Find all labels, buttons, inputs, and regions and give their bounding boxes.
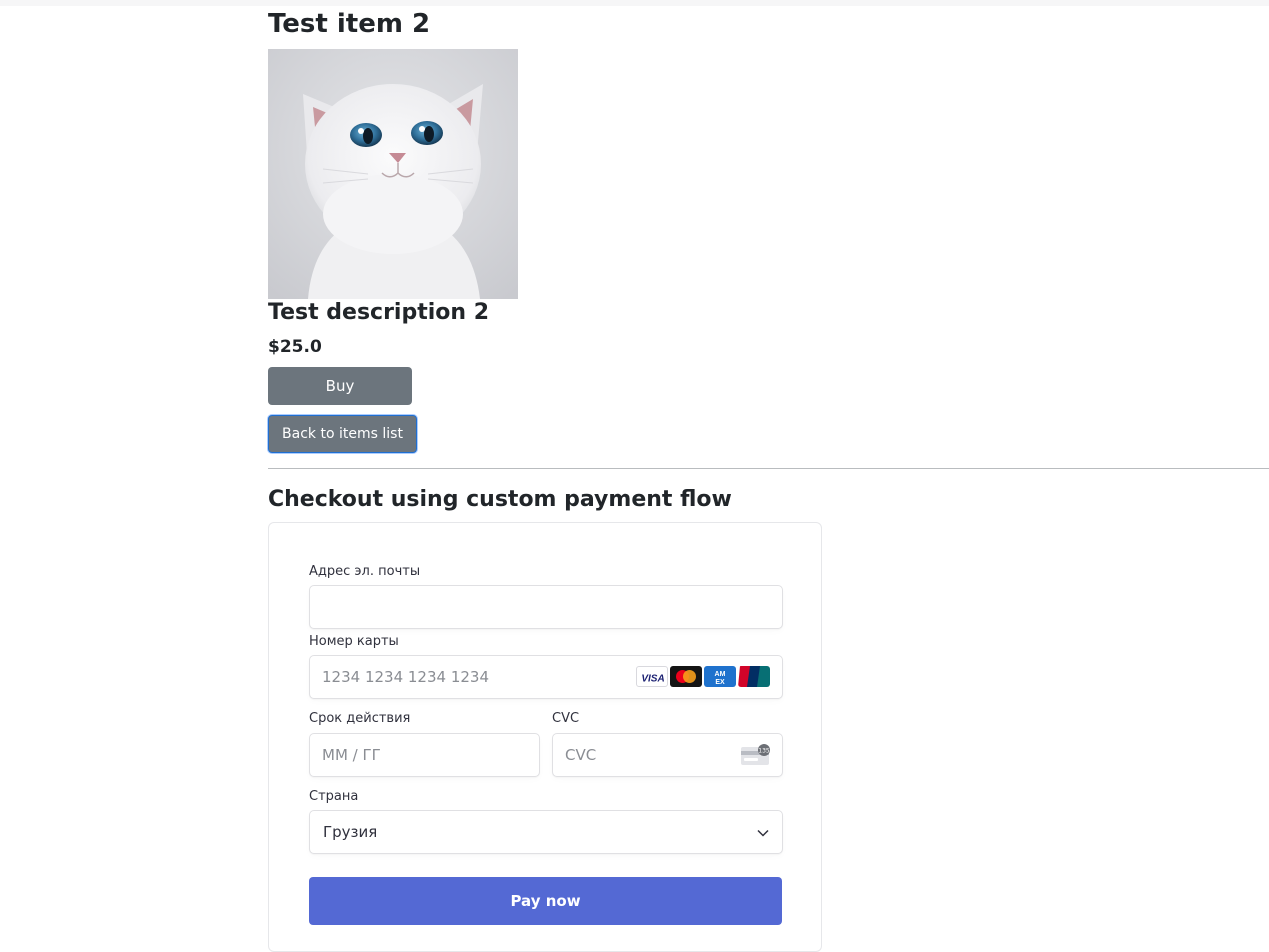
cat-photo: [268, 49, 518, 299]
amex-icon: AM EX: [704, 666, 736, 687]
card-number-label: Номер карты: [309, 634, 399, 649]
pay-now-button[interactable]: Pay now: [309, 877, 782, 925]
cvc-label: CVC: [552, 711, 580, 726]
card-brands: VISA AM EX: [636, 666, 770, 687]
svg-text:VISA: VISA: [641, 674, 664, 685]
country-label: Страна: [309, 789, 359, 804]
svg-text:135: 135: [758, 748, 770, 755]
expiry-input[interactable]: [309, 733, 540, 777]
top-bar: [0, 0, 1269, 6]
country-value: Грузия: [323, 823, 378, 841]
svg-text:EX: EX: [715, 679, 725, 686]
item-price: $25.0: [268, 337, 322, 357]
cvc-wrapper: 135: [552, 733, 783, 777]
card-number-wrapper: VISA AMEX: [309, 655, 783, 699]
expiry-label: Срок действия: [309, 711, 411, 726]
chevron-down-icon: [756, 826, 770, 844]
buy-button[interactable]: Buy: [268, 367, 412, 405]
visa-icon: VISA: [636, 666, 668, 687]
email-field[interactable]: [309, 585, 783, 629]
item-description: Test description 2: [268, 300, 490, 325]
mastercard-icon: [670, 666, 702, 687]
cvc-card-icon: 135: [741, 743, 771, 771]
item-image: [268, 49, 518, 299]
country-select[interactable]: Грузия: [309, 810, 783, 854]
back-to-items-button[interactable]: Back to items list: [268, 415, 417, 453]
svg-text:AM: AM: [715, 671, 726, 678]
item-title: Test item 2: [268, 9, 431, 39]
payment-form: Адрес эл. почты Номер карты VISA AMEX Ср: [268, 522, 822, 952]
section-divider: [268, 468, 1269, 469]
email-label: Адрес эл. почты: [309, 564, 421, 579]
unionpay-icon: [738, 666, 770, 687]
checkout-title: Checkout using custom payment flow: [268, 487, 732, 512]
